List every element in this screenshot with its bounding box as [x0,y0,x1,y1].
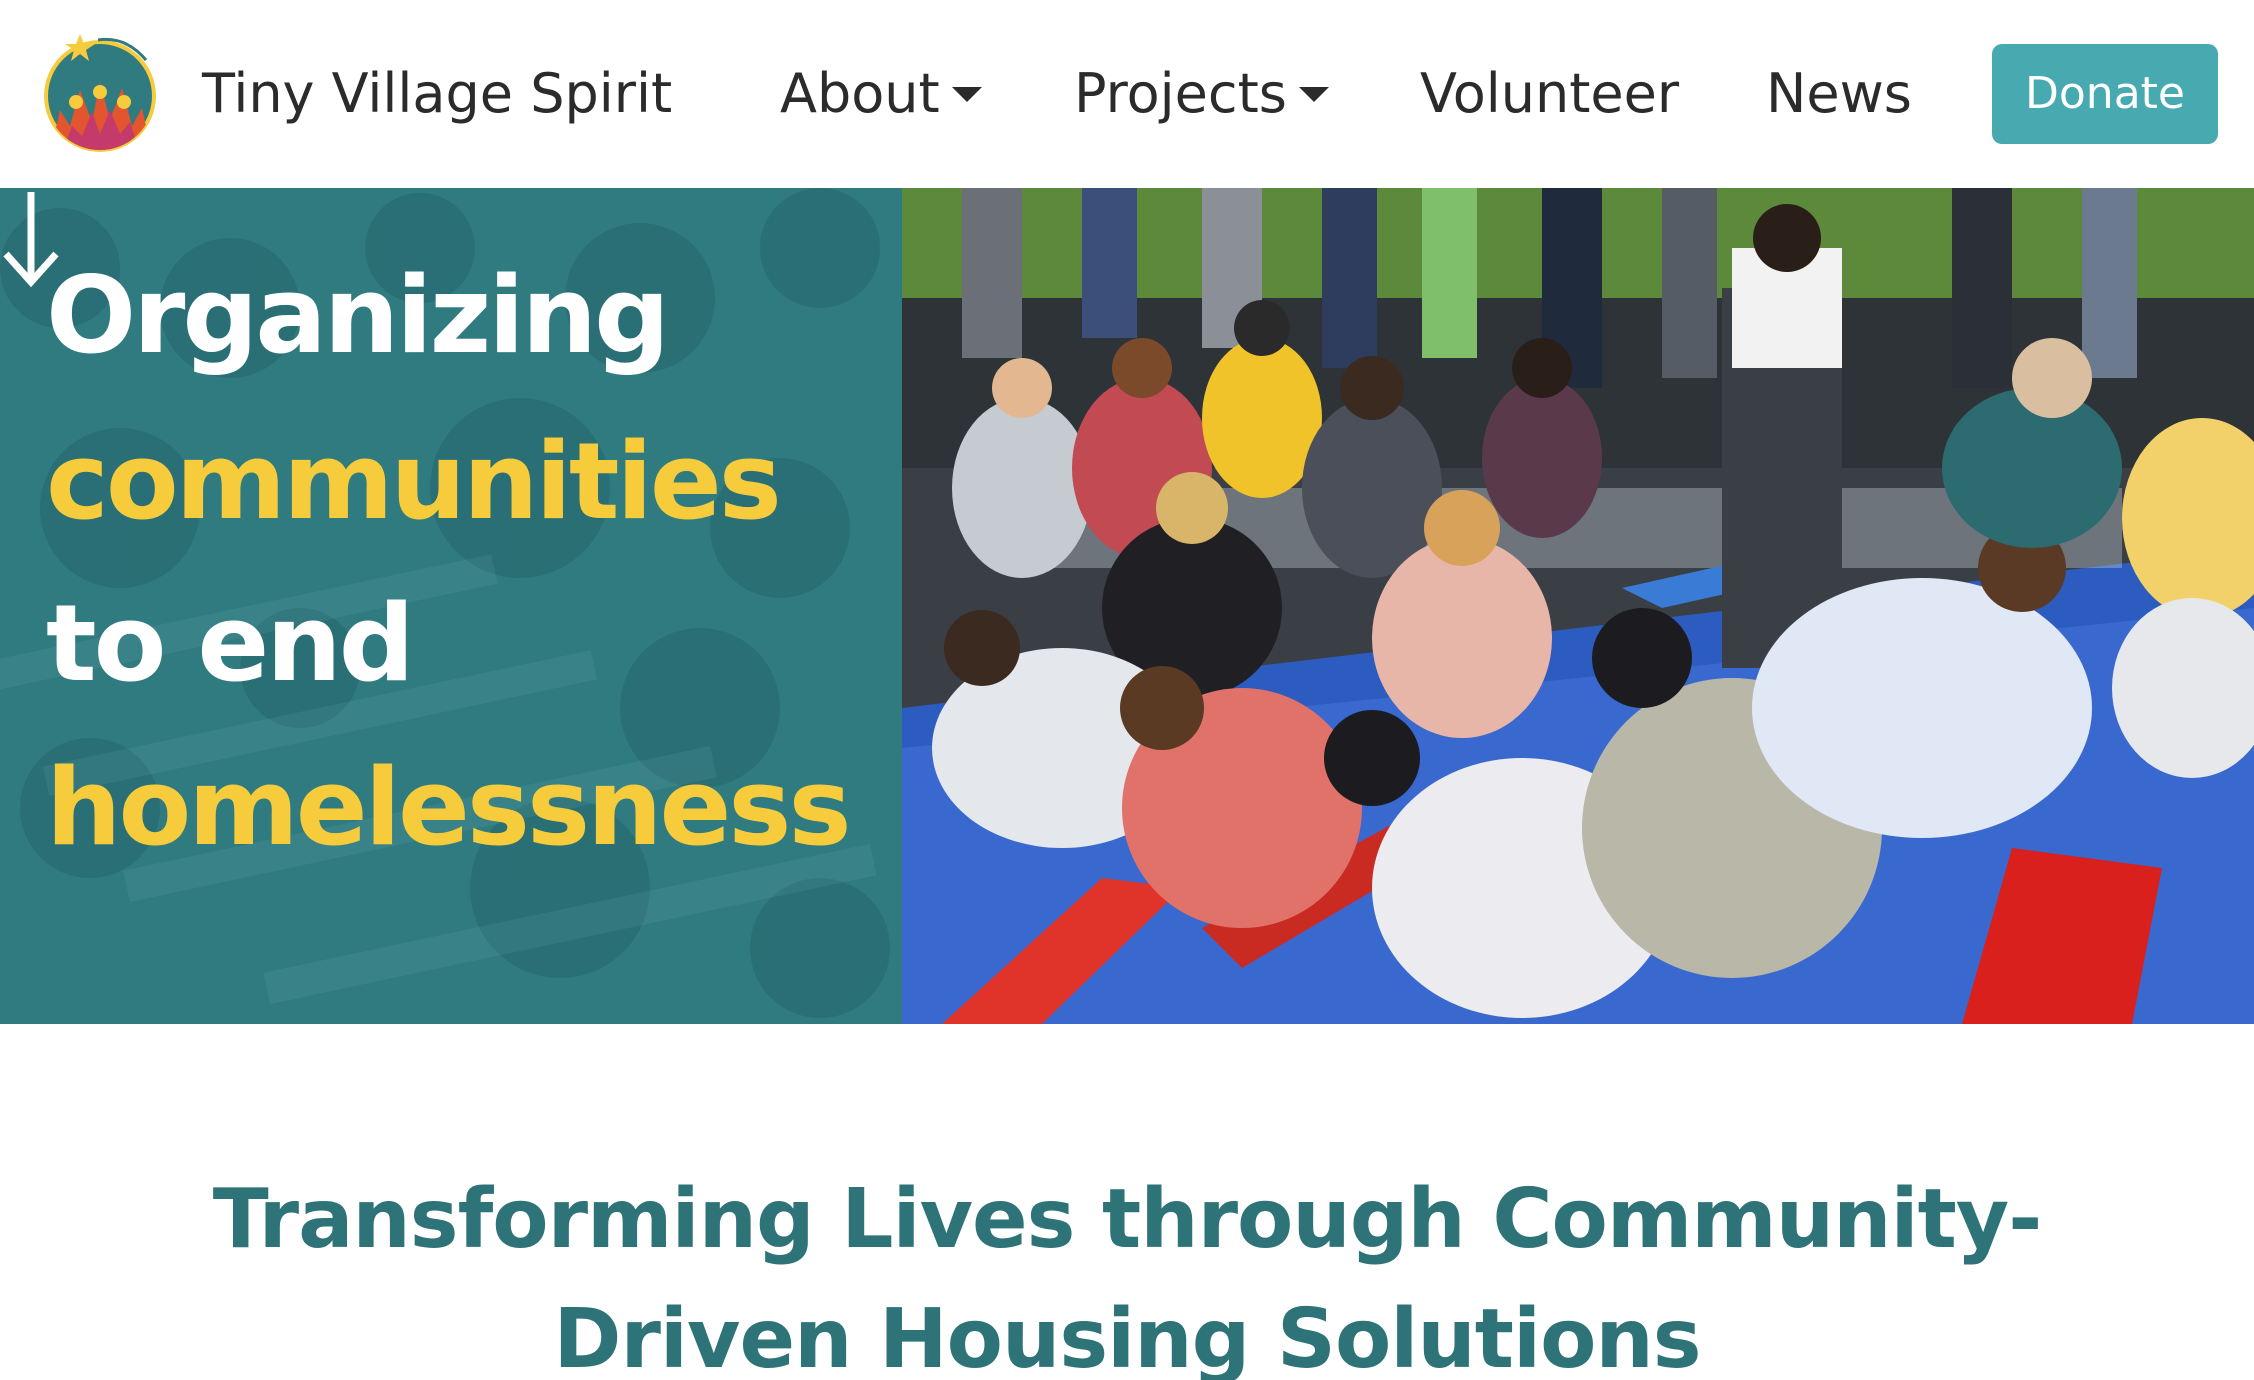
nav-news[interactable]: News [1766,58,1912,130]
site-name[interactable]: Tiny Village Spirit [202,58,672,130]
nav-projects[interactable]: Projects [1074,58,1329,130]
volunteers-photo [902,188,2254,1024]
donate-button[interactable]: Donate [1992,44,2218,144]
page: Tiny Village Spirit About Projects Volun… [0,0,2254,1380]
tagline-line-2: Driven Housing Solutions [553,1292,1701,1380]
hero-banner: Organizing communities to end homelessne… [0,188,2254,1024]
hero-headline-line-1: Organizing [46,254,670,377]
nav-about[interactable]: About [780,58,982,130]
tagline-line-1: Transforming Lives through Community- [212,1172,2043,1267]
hero-headline-line-2: communities [46,420,782,543]
nav-projects-label: Projects [1074,62,1287,125]
arrow-down-icon[interactable] [0,188,62,288]
caret-down-icon [951,87,982,102]
logo-icon[interactable] [40,30,160,154]
nav-about-label: About [780,62,940,125]
caret-down-icon [1298,87,1329,102]
site-header: Tiny Village Spirit About Projects Volun… [0,0,2254,188]
nav-volunteer[interactable]: Volunteer [1420,58,1679,130]
hero-text-panel: Organizing communities to end homelessne… [0,188,902,1024]
hero-headline-line-3: to end [46,582,415,705]
tagline-heading: Transforming Lives through Community- Dr… [200,1160,2054,1380]
hero-photo [902,188,2254,1024]
hero-headline-line-4: homelessness [46,746,852,869]
